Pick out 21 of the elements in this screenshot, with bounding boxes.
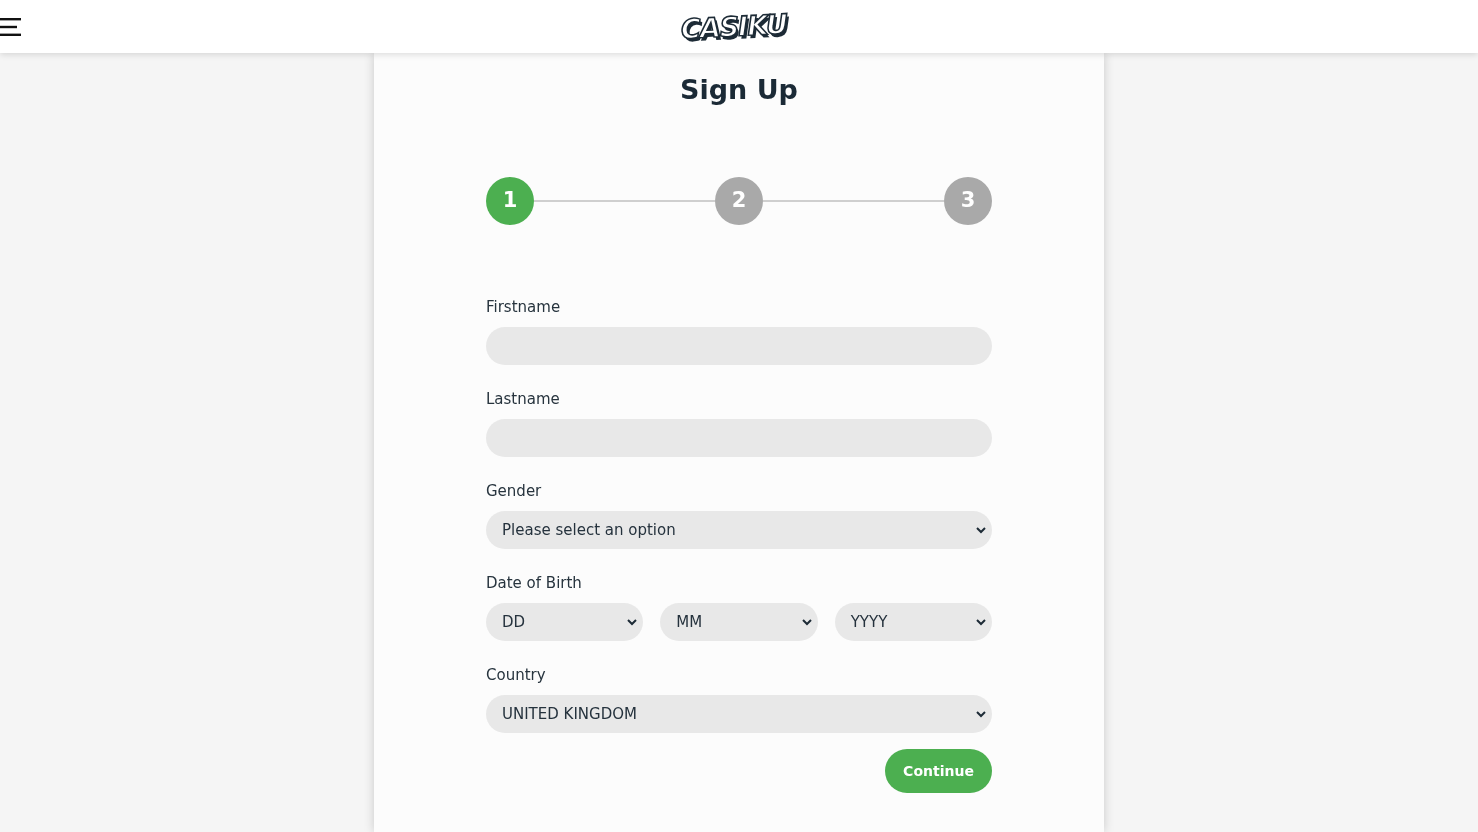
field-label: Firstname: [486, 297, 561, 317]
field-label: Gender: [486, 481, 542, 501]
select-field[interactable]: MM: [660, 603, 818, 641]
select-field[interactable]: DD: [486, 603, 644, 641]
chevron-down-icon: [976, 710, 986, 718]
field-label: Lastname: [486, 389, 560, 409]
page-title: Sign Up: [680, 73, 798, 107]
chevron-down-icon: [627, 618, 638, 626]
step-indicator: 3: [944, 177, 992, 225]
chevron-down-icon: [976, 618, 986, 626]
chevron-down-icon: [976, 526, 986, 534]
field-label: Country: [486, 665, 546, 685]
select-field[interactable]: YYYY: [834, 603, 992, 641]
select-field[interactable]: UNITED KINGDOM: [486, 695, 992, 733]
field-label: Date of Birth: [486, 573, 582, 593]
chevron-down-icon: [801, 618, 812, 626]
step-indicator: 1: [486, 177, 534, 225]
select-field[interactable]: Please select an option: [486, 511, 992, 549]
step-indicator: 2: [715, 177, 763, 225]
menu-icon[interactable]: [0, 17, 21, 36]
logo[interactable]: CASIKU: [680, 6, 788, 47]
